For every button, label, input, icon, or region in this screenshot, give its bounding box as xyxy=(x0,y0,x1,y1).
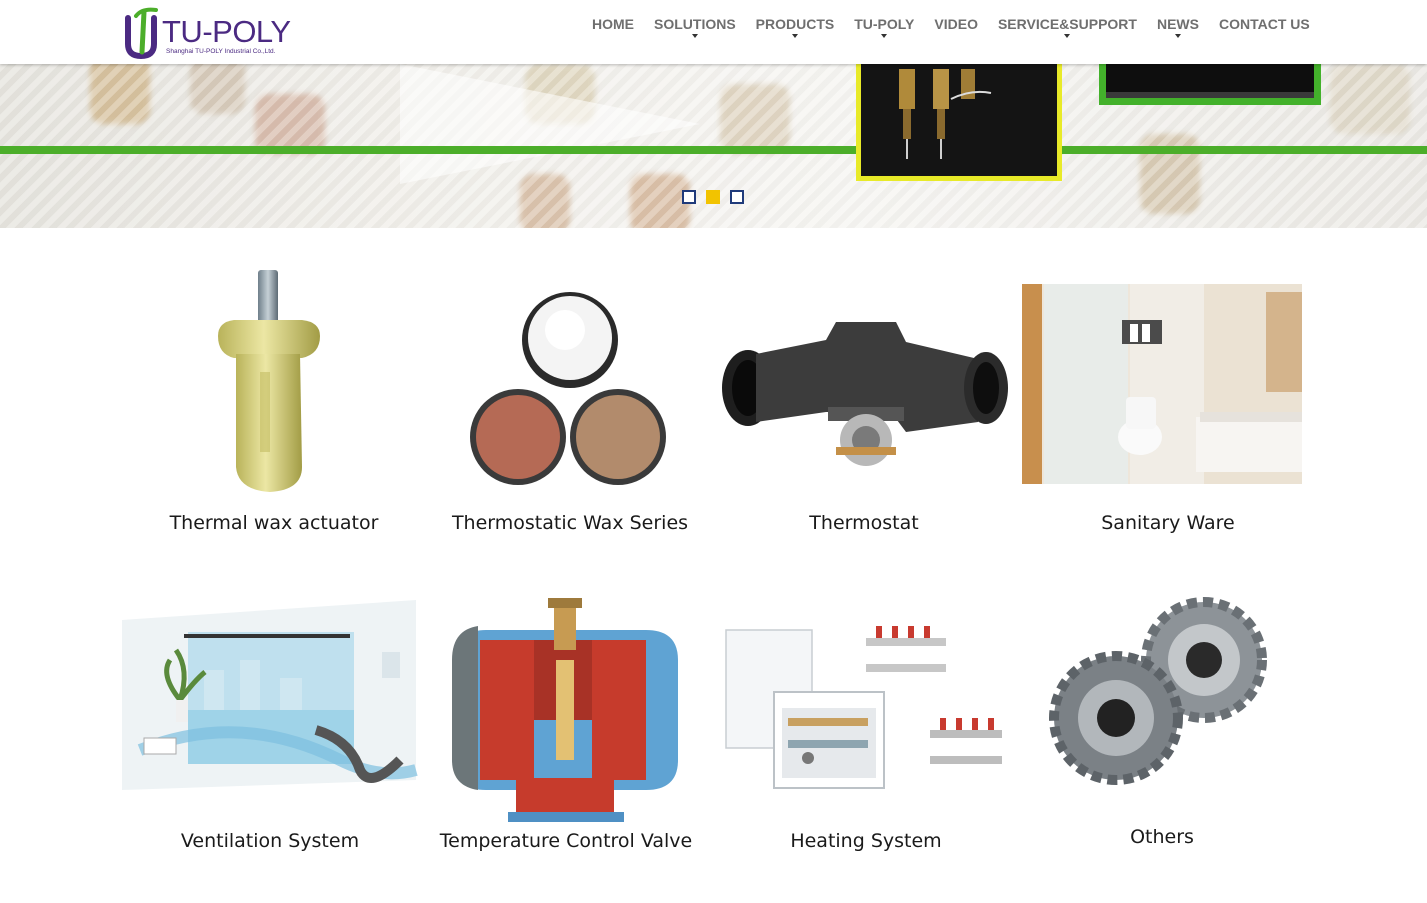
nav-home[interactable]: HOME xyxy=(582,0,644,48)
product-card-ventilation-system[interactable]: Ventilation System xyxy=(120,590,420,880)
ventilation-image xyxy=(122,600,418,790)
product-card-temperature-control-valve[interactable]: Temperature Control Valve xyxy=(416,590,716,880)
slide-product-photo xyxy=(856,64,1062,181)
banner-green-stripe xyxy=(0,146,1427,154)
product-card-sanitary-ware[interactable]: Sanitary Ware xyxy=(1018,262,1318,552)
nav-label: SOLUTIONS xyxy=(654,16,736,32)
thermostat-image xyxy=(722,322,1008,466)
caret-down-icon xyxy=(881,34,888,38)
product-label: Sanitary Ware xyxy=(1101,512,1235,534)
nav-label: SERVICE&SUPPORT xyxy=(997,16,1137,32)
slide-photo-edge xyxy=(1106,92,1314,98)
brand-name: TU-POLY xyxy=(162,14,291,49)
sensor-probes-image xyxy=(861,64,1057,176)
hero-slider[interactable] xyxy=(0,64,1427,228)
product-card-others[interactable]: Others xyxy=(1012,590,1312,880)
product-label: Thermostat xyxy=(809,512,919,534)
wax-actuator-image xyxy=(218,270,320,492)
bathroom-image xyxy=(1022,284,1302,484)
product-label: Ventilation System xyxy=(180,830,360,852)
slider-dot-3[interactable] xyxy=(730,190,744,204)
caret-down-icon xyxy=(691,34,698,38)
nav-contact-us[interactable]: CONTACT US xyxy=(1209,0,1320,48)
product-card-thermostat[interactable]: Thermostat xyxy=(716,262,1012,552)
nav-label: NEWS xyxy=(1156,16,1199,32)
slider-dot-1[interactable] xyxy=(682,190,696,204)
product-label: Temperature Control Valve xyxy=(439,830,693,852)
brand-tagline: Shanghai TU-POLY Industrial Co.,Ltd. xyxy=(166,48,276,55)
nav-label: VIDEO xyxy=(934,16,978,32)
gears-image xyxy=(1049,597,1267,785)
caret-down-icon xyxy=(1174,34,1181,38)
manifold-image xyxy=(725,626,1002,789)
slide-product-photo xyxy=(1099,64,1321,105)
nav-label: CONTACT US xyxy=(1218,16,1310,32)
product-card-thermal-wax-actuator[interactable]: Thermal wax actuator xyxy=(124,262,424,552)
product-label: Thermal wax actuator xyxy=(169,512,379,534)
main-nav: HOME SOLUTIONS PRODUCTS TU-POLY VIDEO SE… xyxy=(582,0,1320,64)
product-label: Thermostatic Wax Series xyxy=(451,512,689,534)
valve-image xyxy=(438,596,692,824)
nav-products[interactable]: PRODUCTS xyxy=(746,0,845,48)
caret-down-icon xyxy=(791,34,798,38)
nav-video[interactable]: VIDEO xyxy=(924,0,988,48)
nav-tu-poly[interactable]: TU-POLY xyxy=(844,0,924,48)
nav-label: TU-POLY xyxy=(854,16,915,32)
brand-logo[interactable]: TU-POLY Shanghai TU-POLY Industrial Co.,… xyxy=(124,6,296,60)
slider-pagination xyxy=(682,190,744,204)
product-label: Others xyxy=(1130,826,1194,848)
nav-service-support[interactable]: SERVICE&SUPPORT xyxy=(988,0,1147,48)
banner-triangle-shape xyxy=(400,64,700,184)
wax-powder-image xyxy=(470,292,666,485)
product-card-thermostatic-wax-series[interactable]: Thermostatic Wax Series xyxy=(420,262,720,552)
slider-dot-2[interactable] xyxy=(706,190,720,204)
site-header: TU-POLY Shanghai TU-POLY Industrial Co.,… xyxy=(0,0,1427,64)
nav-solutions[interactable]: SOLUTIONS xyxy=(644,0,746,48)
caret-down-icon xyxy=(1064,34,1071,38)
nav-news[interactable]: NEWS xyxy=(1147,0,1209,48)
product-card-heating-system[interactable]: Heating System xyxy=(716,590,1016,880)
nav-label: PRODUCTS xyxy=(755,16,835,32)
product-label: Heating System xyxy=(790,830,942,852)
nav-label: HOME xyxy=(592,16,634,32)
